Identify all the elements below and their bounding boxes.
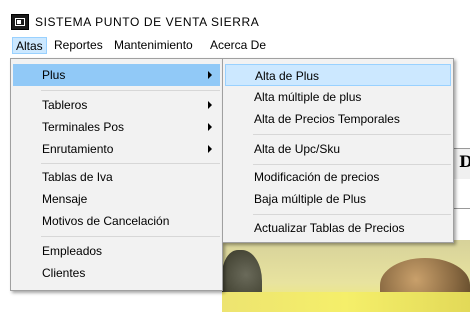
menu-item-label: Enrutamiento	[42, 142, 114, 156]
submenu-arrow-icon	[208, 123, 212, 131]
menu-separator	[41, 236, 220, 237]
menu-item-label: Motivos de Cancelación	[42, 214, 170, 228]
menu-item-label: Alta de Precios Temporales	[254, 112, 400, 126]
menu-item-alta-de-precios-temporales[interactable]: Alta de Precios Temporales	[225, 108, 451, 130]
menu-item-clientes[interactable]: Clientes	[13, 262, 220, 284]
divider	[452, 208, 470, 209]
altas-menu: Plus Tableros Terminales Pos Enrutamient…	[10, 58, 223, 291]
menu-item-label: Tableros	[42, 98, 88, 112]
menu-item-label: Modificación de precios	[254, 170, 380, 184]
menu-item-alta-multiple-de-plus[interactable]: Alta múltiple de plus	[225, 86, 451, 108]
menu-item-terminales-pos[interactable]: Terminales Pos	[13, 116, 220, 138]
menu-item-label: Alta de Upc/Sku	[254, 142, 341, 156]
menu-item-baja-multiple-de-plus[interactable]: Baja múltiple de Plus	[225, 188, 451, 210]
menu-item-plus[interactable]: Plus	[13, 64, 220, 86]
menu-item-enrutamiento[interactable]: Enrutamiento	[13, 138, 220, 160]
menu-item-tablas-de-iva[interactable]: Tablas de Iva	[13, 166, 220, 188]
menu-item-tableros[interactable]: Tableros	[13, 94, 220, 116]
menu-altas[interactable]: Altas	[12, 37, 47, 54]
menu-item-label: Empleados	[42, 244, 103, 258]
menu-item-label: Mensaje	[42, 192, 88, 206]
menu-item-modificacion-de-precios[interactable]: Modificación de precios	[225, 166, 451, 188]
menu-item-mensaje[interactable]: Mensaje	[13, 188, 220, 210]
menu-item-empleados[interactable]: Empleados	[13, 240, 220, 262]
menu-item-label: Clientes	[42, 266, 86, 280]
menu-reportes[interactable]: Reportes	[51, 37, 106, 54]
menu-item-motivos-de-cancelacion[interactable]: Motivos de Cancelación	[13, 210, 220, 232]
menu-item-label: Tablas de Iva	[42, 170, 113, 184]
menu-item-label: Alta múltiple de plus	[254, 90, 362, 104]
menu-item-label: Terminales Pos	[42, 120, 125, 134]
menu-item-label: Alta de Plus	[255, 69, 320, 83]
submenu-arrow-icon	[208, 101, 212, 109]
menu-item-label: Baja múltiple de Plus	[254, 192, 367, 206]
background-banner-letter: D	[459, 152, 470, 171]
menu-item-alta-de-plus[interactable]: Alta de Plus	[225, 64, 451, 86]
menu-separator	[41, 90, 220, 91]
menu-mantenimiento[interactable]: Mantenimiento	[111, 37, 196, 54]
submenu-arrow-icon	[208, 145, 212, 153]
menu-item-actualizar-tablas-de-precios[interactable]: Actualizar Tablas de Precios	[225, 217, 451, 239]
menu-item-label: Plus	[42, 68, 66, 82]
menu-separator	[41, 163, 220, 164]
menu-separator	[253, 214, 451, 215]
plus-submenu: Alta de Plus Alta múltiple de plus Alta …	[222, 58, 454, 243]
title-bar: SISTEMA PUNTO DE VENTA SIERRA	[0, 0, 470, 34]
menu-separator	[253, 164, 451, 165]
submenu-arrow-icon	[208, 71, 212, 79]
menu-item-alta-de-upc-sku[interactable]: Alta de Upc/Sku	[225, 138, 451, 160]
window-title: SISTEMA PUNTO DE VENTA SIERRA	[35, 15, 260, 29]
menu-separator	[253, 134, 451, 135]
menu-acerca-de[interactable]: Acerca De	[207, 37, 269, 54]
background-ground	[222, 292, 470, 312]
app-logo-icon[interactable]	[11, 14, 29, 30]
menu-item-label: Actualizar Tablas de Precios	[254, 221, 405, 235]
menu-bar: Altas Reportes Mantenimiento Acerca De	[0, 34, 470, 55]
